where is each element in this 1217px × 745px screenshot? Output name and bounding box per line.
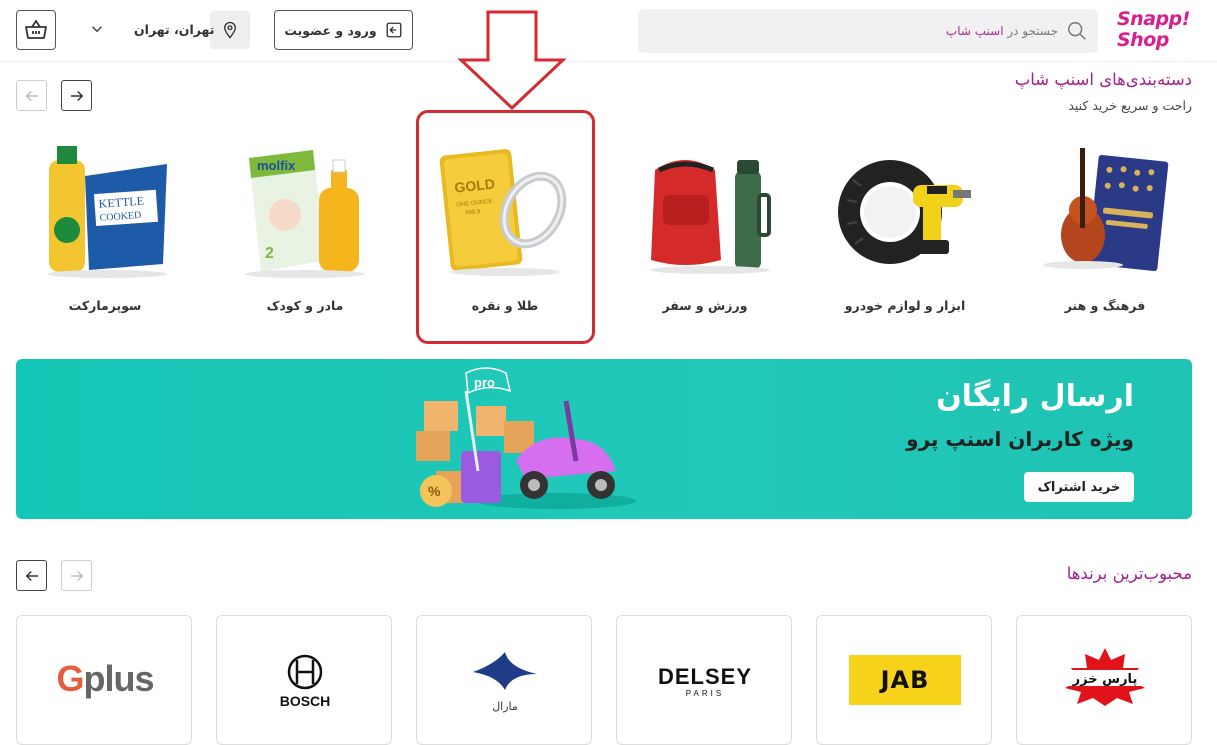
oil-chips-image: KETTLE COOKED <box>47 146 167 278</box>
login-label: ورود و عضویت <box>284 22 377 38</box>
tire-drill-image <box>838 160 971 264</box>
brands-next-button[interactable] <box>61 560 92 591</box>
scooter-illustration: % pro <box>416 367 636 509</box>
basket-icon <box>25 19 47 39</box>
pro-flag-text: pro <box>474 375 495 390</box>
login-register-button[interactable]: ورود و عضویت <box>274 10 413 50</box>
header: Snapp! Shop جستجو در اسنپ شاپ ورود و عضو… <box>0 0 1217 62</box>
gplus-logo: Gplus <box>17 658 193 700</box>
jab-logo: JAB <box>849 655 961 705</box>
maral-logo: مارال <box>473 652 537 713</box>
delsey-sub: PARIS <box>685 689 725 698</box>
svg-text:BOSCH: BOSCH <box>280 693 331 709</box>
brand-card-pars-khazar[interactable]: پارس خزر <box>1016 615 1192 745</box>
search-input[interactable]: جستجو در اسنپ شاپ <box>638 9 1098 53</box>
logo-line-2: Shop <box>1117 29 1169 51</box>
category-label: فرهنگ و هنر <box>1064 298 1146 313</box>
category-label: سوپرمارکت <box>68 298 142 313</box>
location-label[interactable]: تهران، تهران <box>134 22 214 37</box>
bosch-logo: BOSCH <box>280 654 331 709</box>
categories-title: دسته‌بندی‌های اسنپ شاپ <box>1014 70 1192 89</box>
brand-card-delsey[interactable]: DELSEY PARIS <box>616 615 792 745</box>
category-label: ورزش و سفر <box>662 298 748 313</box>
chevron-down-icon[interactable] <box>88 20 106 38</box>
svg-text:2: 2 <box>265 245 274 262</box>
categories-carousel: فرهنگ و هنر ابزار و لوازم خودرو ورزش و س… <box>0 135 1217 335</box>
arrow-right-icon <box>70 90 83 101</box>
svg-text:مارال: مارال <box>492 700 518 713</box>
free-shipping-banner[interactable]: % pro ارسال رایگان ویژه کاربران اسنپ پرو… <box>16 359 1192 519</box>
gplus-rest: plus <box>83 658 155 699</box>
search-placeholder: جستجو در اسنپ شاپ <box>945 24 1058 38</box>
search-icon <box>1068 22 1086 40</box>
svg-text:پارس خزر: پارس خزر <box>1072 672 1138 687</box>
category-supermarket[interactable]: KETTLE COOKED سوپرمارکت <box>15 135 195 325</box>
svg-text:molfix: molfix <box>257 158 296 173</box>
categories-prev-button[interactable] <box>16 80 47 111</box>
arrow-right-icon <box>70 570 83 581</box>
location-pin-icon <box>224 21 236 39</box>
brand-card-maral[interactable]: مارال <box>416 615 592 745</box>
category-culture-art[interactable]: فرهنگ و هنر <box>1015 135 1195 325</box>
snapp-shop-logo[interactable]: Snapp! Shop <box>1117 9 1192 51</box>
logo-line-1: Snapp! <box>1117 8 1190 30</box>
login-icon <box>386 22 402 38</box>
diapers-shampoo-image: molfix 2 <box>245 150 365 278</box>
violin-book-image <box>1043 148 1169 272</box>
category-sport-travel[interactable]: ورزش و سفر <box>615 135 795 325</box>
backpack-flask-image <box>650 160 771 274</box>
brands-prev-button[interactable] <box>16 560 47 591</box>
buy-subscription-button[interactable]: خرید اشتراک <box>1024 472 1134 502</box>
delsey-logo: DELSEY <box>657 664 753 689</box>
pars-khazar-logo: پارس خزر <box>1063 648 1147 706</box>
category-label: مادر و کودک <box>266 298 344 313</box>
brand-card-jab[interactable]: JAB <box>816 615 992 745</box>
cart-button[interactable] <box>16 10 56 50</box>
brand-card-bosch[interactable]: BOSCH <box>216 615 392 745</box>
category-tools-auto[interactable]: ابزار و لوازم خودرو <box>815 135 995 325</box>
banner-subtitle: ویژه کاربران اسنپ پرو <box>906 427 1134 451</box>
location-button[interactable] <box>210 11 250 49</box>
category-label: ابزار و لوازم خودرو <box>844 298 966 313</box>
brands-carousel: پارس خزر JAB DELSEY PARIS مارال BOSCH Gp… <box>0 615 1217 745</box>
category-mother-child[interactable]: molfix 2 مادر و کودک <box>215 135 395 325</box>
gplus-g: G <box>56 658 84 699</box>
highlight-box <box>416 110 595 344</box>
categories-subtitle: راحت و سریع خرید کنید <box>1068 98 1192 113</box>
annotation-arrow-icon <box>457 10 567 110</box>
banner-title: ارسال رایگان <box>936 379 1134 414</box>
svg-text:%: % <box>428 483 441 499</box>
arrow-left-icon <box>25 570 38 581</box>
categories-next-button[interactable] <box>61 80 92 111</box>
brands-title: محبوب‌ترین برندها <box>1066 564 1192 583</box>
brand-card-gplus[interactable]: Gplus <box>16 615 192 745</box>
arrow-left-icon <box>25 90 38 101</box>
